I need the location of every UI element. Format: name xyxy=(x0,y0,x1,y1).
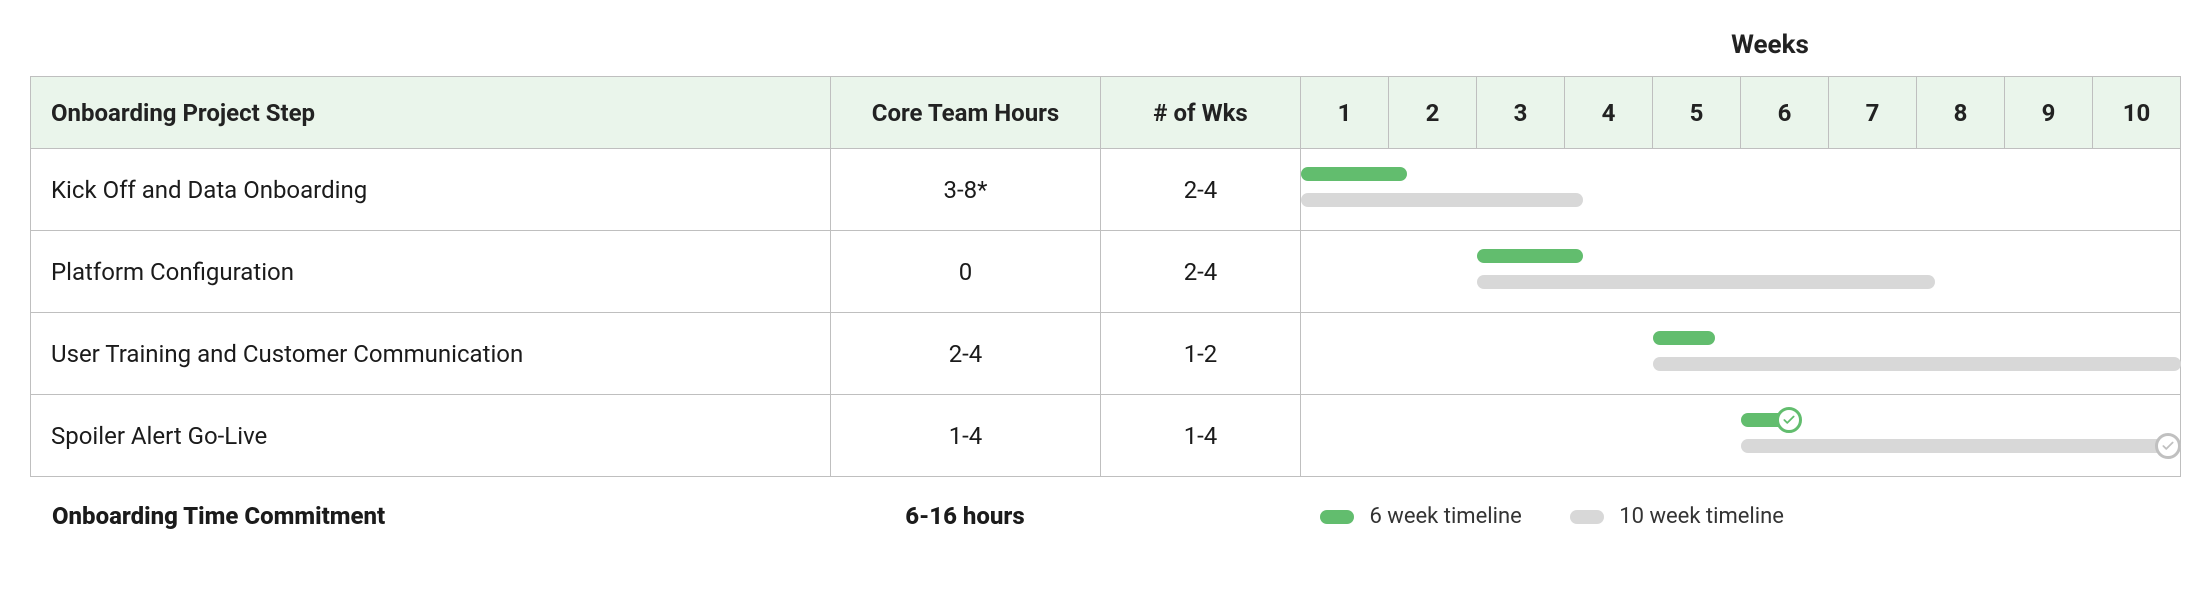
col-header-wks: # of Wks xyxy=(1101,77,1301,149)
col-header-week-8: 8 xyxy=(1917,77,2005,149)
legend-text-green: 6 week timeline xyxy=(1369,504,1521,529)
cell-step: User Training and Customer Communication xyxy=(31,313,831,395)
legend-text-gray: 10 week timeline xyxy=(1619,504,1784,529)
summary-row: Onboarding Time Commitment 6-16 hours 6 … xyxy=(30,487,2180,545)
check-circle-icon xyxy=(1776,407,1802,433)
col-header-hours: Core Team Hours xyxy=(831,77,1101,149)
cell-step: Kick Off and Data Onboarding xyxy=(31,149,831,231)
col-header-week-2: 2 xyxy=(1389,77,1477,149)
gantt-bar-10week xyxy=(1477,275,1935,289)
check-circle-icon xyxy=(2155,433,2181,459)
col-header-week-3: 3 xyxy=(1477,77,1565,149)
cell-gantt xyxy=(1301,231,2181,313)
cell-step: Spoiler Alert Go-Live xyxy=(31,395,831,477)
col-header-week-5: 5 xyxy=(1653,77,1741,149)
cell-hours: 1-4 xyxy=(831,395,1101,477)
table-row: Spoiler Alert Go-Live1-41-4 xyxy=(31,395,2181,477)
table-row: Platform Configuration02-4 xyxy=(31,231,2181,313)
gantt-bar-10week xyxy=(1653,357,2181,371)
cell-gantt xyxy=(1301,313,2181,395)
cell-hours: 3-8* xyxy=(831,149,1101,231)
weeks-heading: Weeks xyxy=(30,30,2180,70)
header-row: Onboarding Project Step Core Team Hours … xyxy=(31,77,2181,149)
table-row: Kick Off and Data Onboarding3-8*2-4 xyxy=(31,149,2181,231)
cell-hours: 2-4 xyxy=(831,313,1101,395)
legend-chip-green xyxy=(1320,510,1354,524)
cell-gantt xyxy=(1301,149,2181,231)
cell-wks: 1-4 xyxy=(1101,395,1301,477)
col-header-week-4: 4 xyxy=(1565,77,1653,149)
summary-label: Onboarding Time Commitment xyxy=(30,502,830,530)
cell-step: Platform Configuration xyxy=(31,231,831,313)
gantt-bar-6week xyxy=(1653,331,1715,345)
onboarding-gantt-table: Onboarding Project Step Core Team Hours … xyxy=(30,76,2181,477)
col-header-week-1: 1 xyxy=(1301,77,1389,149)
cell-gantt xyxy=(1301,395,2181,477)
col-header-week-6: 6 xyxy=(1741,77,1829,149)
legend-item-green: 6 week timeline xyxy=(1320,504,1522,529)
cell-wks: 2-4 xyxy=(1101,149,1301,231)
legend: 6 week timeline 10 week timeline xyxy=(1320,504,1784,529)
col-header-week-10: 10 xyxy=(2093,77,2181,149)
gantt-bar-6week xyxy=(1301,167,1407,181)
col-header-step: Onboarding Project Step xyxy=(31,77,831,149)
gantt-bar-6week xyxy=(1477,249,1583,263)
cell-wks: 2-4 xyxy=(1101,231,1301,313)
weeks-heading-text: Weeks xyxy=(1731,30,1809,60)
legend-chip-gray xyxy=(1570,510,1604,524)
gantt-bar-10week xyxy=(1741,439,2181,453)
table-row: User Training and Customer Communication… xyxy=(31,313,2181,395)
col-header-week-7: 7 xyxy=(1829,77,1917,149)
legend-item-gray: 10 week timeline xyxy=(1570,504,1784,529)
gantt-bar-10week xyxy=(1301,193,1583,207)
summary-hours: 6-16 hours xyxy=(830,502,1100,530)
col-header-week-9: 9 xyxy=(2005,77,2093,149)
cell-wks: 1-2 xyxy=(1101,313,1301,395)
cell-hours: 0 xyxy=(831,231,1101,313)
